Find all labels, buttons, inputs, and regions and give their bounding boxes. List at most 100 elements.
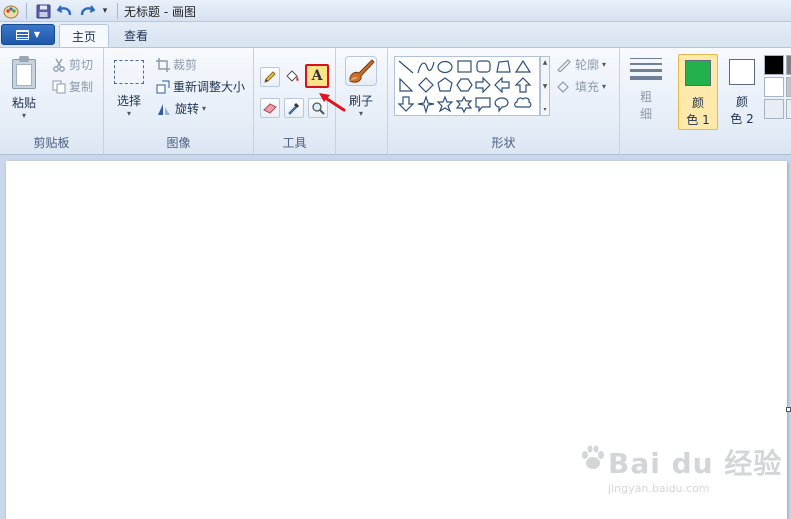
line-width-icon xyxy=(630,58,662,80)
brushes-button[interactable]: 刷子 ▾ xyxy=(345,56,377,118)
resize-button[interactable]: 重新调整大小 xyxy=(156,78,245,95)
text-tool[interactable]: A xyxy=(305,64,329,88)
crop-button[interactable]: 裁剪 xyxy=(156,56,197,73)
size-button[interactable]: 粗 细 xyxy=(630,58,662,122)
image-group: 选择 ▾ 裁剪 重新调整大小 旋转 ▾ 图像 xyxy=(104,48,254,154)
clipboard-group-label: 剪贴板 xyxy=(33,136,70,150)
colors-group: 颜 色 1 颜 色 2 xyxy=(674,48,791,154)
palette-swatch-lightgray[interactable] xyxy=(786,77,791,97)
size-group: 粗 细 xyxy=(620,48,674,154)
color-2-label-top: 颜 xyxy=(735,95,748,109)
pencil-tool[interactable] xyxy=(260,67,280,87)
paint-bucket-icon xyxy=(286,70,299,82)
cut-button[interactable]: 剪切 xyxy=(52,56,93,73)
paste-button[interactable]: 粘贴 ▾ xyxy=(10,56,38,120)
shapes-gallery[interactable] xyxy=(394,56,540,116)
paw-logo-icon xyxy=(582,445,604,469)
eraser-icon xyxy=(263,103,277,114)
paste-icon xyxy=(10,56,38,90)
palette-swatch-white[interactable] xyxy=(764,77,784,97)
palette-swatch-empty[interactable] xyxy=(764,99,784,119)
chevron-down-icon: ▾ xyxy=(202,104,207,113)
palette-swatch-black[interactable] xyxy=(764,55,784,75)
size-label-top: 粗 xyxy=(639,90,652,104)
baidu-jingyan-watermark: Bai du 经验 jingyan.baidu.com xyxy=(580,438,781,498)
clipboard-group: 粘贴 ▾ 剪切 复制 剪贴板 xyxy=(0,48,104,154)
chevron-up-icon[interactable]: ▲ xyxy=(543,59,548,66)
chevron-down-icon: ▾ xyxy=(358,109,363,118)
color-1-swatch xyxy=(685,60,711,86)
copy-icon xyxy=(52,80,66,93)
crop-label: 裁剪 xyxy=(173,58,198,72)
save-icon[interactable] xyxy=(34,2,52,20)
color-1-button[interactable]: 颜 色 1 xyxy=(678,54,718,130)
watermark-url: jingyan.baidu.com xyxy=(608,482,710,495)
undo-icon[interactable] xyxy=(56,2,74,20)
arrow-up-shape-icon xyxy=(514,77,532,93)
chevron-down-icon[interactable]: ▼ xyxy=(543,83,548,90)
redo-icon[interactable] xyxy=(78,2,96,20)
callout-cloud-shape-icon xyxy=(514,97,532,108)
fill-label: 填充 xyxy=(575,80,600,94)
cut-label: 剪切 xyxy=(69,58,94,72)
resize-icon xyxy=(156,80,170,93)
customize-quick-access-icon[interactable]: ▾ xyxy=(98,2,112,20)
qa-separator xyxy=(26,3,27,19)
annotation-arrow xyxy=(319,93,346,112)
outline-label: 轮廓 xyxy=(575,58,600,72)
shapes-group-label: 形状 xyxy=(491,136,516,150)
tab-view[interactable]: 查看 xyxy=(112,24,160,47)
color-2-swatch xyxy=(729,59,755,85)
rotate-button[interactable]: 旋转 ▾ xyxy=(156,100,206,117)
selection-rectangle-icon xyxy=(114,60,144,84)
copy-label: 复制 xyxy=(69,80,94,94)
eyedropper-icon xyxy=(288,102,300,115)
arrow-right-shape-icon xyxy=(475,76,491,94)
canvas-resize-handle[interactable] xyxy=(786,407,791,412)
color-picker-tool[interactable] xyxy=(284,98,304,118)
ribbon: 粘贴 ▾ 剪切 复制 剪贴板 选择 ▾ 裁剪 重新调整大小 旋转 ▾ 图像 A … xyxy=(0,47,791,155)
eraser-tool[interactable] xyxy=(260,98,280,118)
select-button[interactable]: 选择 ▾ xyxy=(114,60,144,118)
rotate-label: 旋转 xyxy=(175,102,200,116)
oval-shape-icon xyxy=(437,60,453,74)
file-menu-button[interactable]: ▼ xyxy=(1,24,55,45)
ribbon-tabs: ▼ 主页 查看 xyxy=(0,22,791,48)
expand-gallery-icon[interactable]: ▾ xyxy=(543,106,546,113)
tools-group-label: 工具 xyxy=(282,136,307,150)
star5-shape-icon xyxy=(436,95,454,113)
triangle-shape-icon xyxy=(514,59,532,73)
copy-button[interactable]: 复制 xyxy=(52,78,93,95)
menu-icon xyxy=(15,29,29,40)
chevron-down-icon: ▾ xyxy=(126,109,131,118)
fill-tool[interactable] xyxy=(282,67,302,87)
hexagon-shape-icon xyxy=(456,78,473,92)
brushes-label: 刷子 xyxy=(348,94,373,108)
chevron-down-icon: ▼ xyxy=(33,30,41,39)
tab-home[interactable]: 主页 xyxy=(59,24,110,48)
shapes-scroll[interactable]: ▲ ▼ ▾ xyxy=(540,56,550,116)
outline-button[interactable]: 轮廓 ▾ xyxy=(556,56,606,73)
chevron-down-icon: ▾ xyxy=(602,60,607,69)
color-1-label-bottom: 色 1 xyxy=(686,113,710,127)
callout-rect-shape-icon xyxy=(475,97,491,113)
polygon-shape-icon xyxy=(496,60,511,73)
right-triangle-shape-icon xyxy=(399,77,414,92)
rectangle-shape-icon xyxy=(457,60,472,73)
color-2-label-bottom: 色 2 xyxy=(730,112,754,126)
paste-label: 粘贴 xyxy=(11,96,36,110)
palette-swatch-gray[interactable] xyxy=(786,55,791,75)
window-title: 无标题 - 画图 xyxy=(124,5,196,19)
diamond-shape-icon xyxy=(418,77,434,93)
color-1-label-top: 颜 xyxy=(691,96,704,110)
fill-bucket-icon xyxy=(557,80,569,93)
paint-app-icon[interactable] xyxy=(2,2,20,20)
color-2-button[interactable]: 颜 色 2 xyxy=(722,54,762,130)
fill-button[interactable]: 填充 ▾ xyxy=(556,78,606,95)
scissors-icon xyxy=(53,58,65,72)
image-group-label: 图像 xyxy=(166,136,191,150)
palette-swatch-empty[interactable] xyxy=(786,99,791,119)
arrow-down-shape-icon xyxy=(397,96,415,112)
pentagon-shape-icon xyxy=(437,77,453,92)
line-shape-icon xyxy=(398,60,414,74)
